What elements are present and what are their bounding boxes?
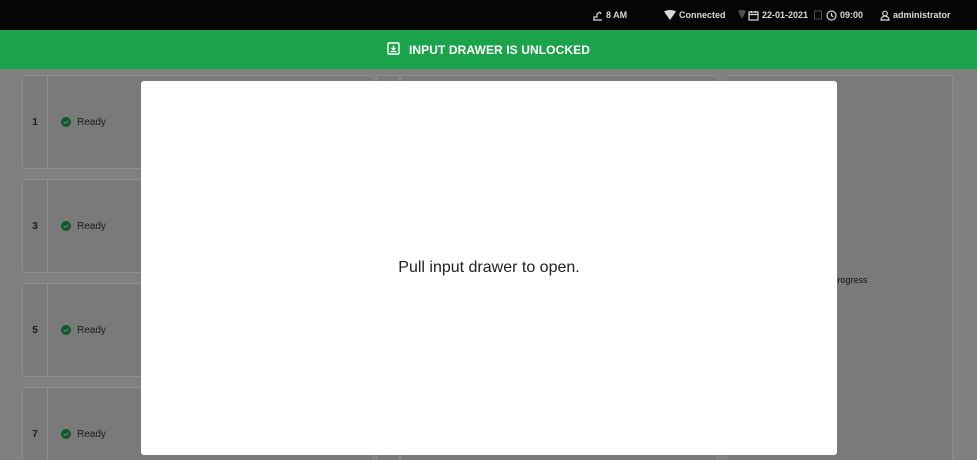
check-circle-icon: [61, 429, 71, 439]
slot-number: 5: [23, 284, 48, 376]
wifi-icon: [664, 10, 676, 20]
robot-arm-icon: [592, 10, 603, 21]
user-icon: [880, 10, 890, 21]
slot-status: Ready: [61, 388, 106, 460]
drawer-status-banner: INPUT DRAWER IS UNLOCKED: [0, 30, 977, 69]
connection-status: Connected: [664, 0, 726, 30]
drawer-dialog: Pull input drawer to open.: [141, 81, 837, 455]
dialog-message: Pull input drawer to open.: [398, 259, 580, 276]
status-time: 8 AM: [592, 0, 627, 30]
calendar-icon: [748, 10, 759, 21]
clock-display: 09:00: [826, 0, 863, 30]
drawer-unlocked-icon: [387, 41, 400, 58]
user-display[interactable]: administrator: [880, 0, 951, 30]
slot-status: Ready: [61, 284, 106, 376]
slot-number: 7: [23, 388, 48, 460]
wifi-faint-icon: [738, 10, 746, 20]
check-circle-icon: [61, 117, 71, 127]
slot-status: Ready: [61, 76, 106, 168]
date-display: 22-01-2021: [748, 0, 808, 30]
check-circle-icon: [61, 221, 71, 231]
separator-icon: [814, 10, 822, 20]
slot-status: Ready: [61, 180, 106, 272]
slot-number: 1: [23, 76, 48, 168]
status-bar: 8 AM Connected 22-01-2021 09:00 administ…: [0, 0, 977, 30]
clock-icon: [826, 9, 837, 21]
slot-number: 3: [23, 180, 48, 272]
banner-text: INPUT DRAWER IS UNLOCKED: [408, 42, 591, 57]
check-circle-icon: [61, 325, 71, 335]
